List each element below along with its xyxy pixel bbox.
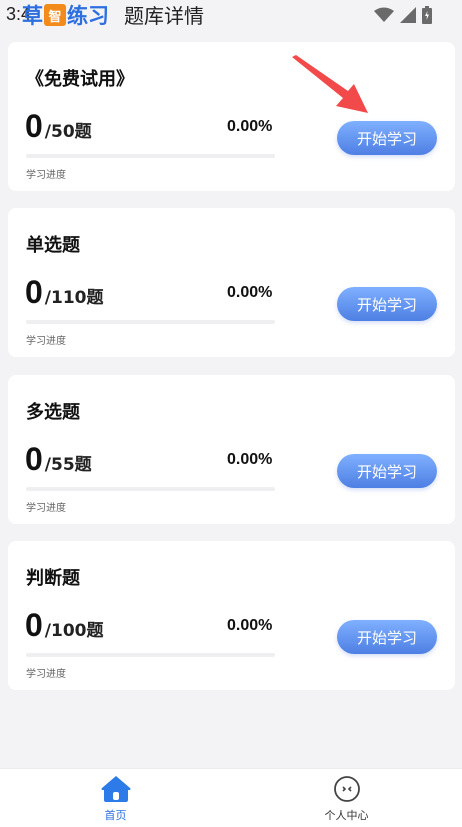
progress-percent: 0.00% xyxy=(227,118,273,135)
card-title: 《免费试用》 xyxy=(26,69,134,90)
card-title: 判断题 xyxy=(26,568,80,589)
count-done: 0 xyxy=(25,607,43,643)
progress-bar xyxy=(26,487,275,491)
progress-bar xyxy=(26,154,275,158)
face-icon xyxy=(333,775,360,802)
card-title: 单选题 xyxy=(26,235,80,256)
nav-personal-center-label: 个人中心 xyxy=(324,808,369,822)
page-title: 题库详情 xyxy=(124,4,204,28)
start-study-button[interactable]: 开始学习 xyxy=(337,454,437,488)
count-done: 0 xyxy=(25,108,43,144)
home-icon xyxy=(101,775,130,802)
progress-percent: 0.00% xyxy=(227,284,273,301)
progress-label: 学习进度 xyxy=(26,669,66,680)
progress-percent: 0.00% xyxy=(227,617,273,634)
battery-icon xyxy=(422,6,432,24)
logo-badge: 智 xyxy=(44,4,66,26)
status-bar: 3:4 草 智 练习 题库详情 xyxy=(0,0,462,30)
logo-text-pre: 草 xyxy=(22,4,43,28)
count-total: /50题 xyxy=(44,122,92,142)
count-done: 0 xyxy=(25,441,43,477)
progress-label: 学习进度 xyxy=(26,170,66,181)
count-total: /100题 xyxy=(44,621,104,641)
count-done: 0 xyxy=(25,274,43,310)
system-icons xyxy=(374,6,432,24)
question-count: 0 /55题 xyxy=(25,441,92,478)
progress-bar xyxy=(26,653,275,657)
question-count: 0 /50题 xyxy=(25,108,92,145)
progress-percent: 0.00% xyxy=(227,451,273,468)
question-count: 0 /100题 xyxy=(25,607,104,644)
count-total: /110题 xyxy=(44,288,104,308)
quiz-card-free-trial: 《免费试用》 0 /50题 0.00% 学习进度 开始学习 xyxy=(8,42,455,191)
nav-home[interactable]: 首页 xyxy=(0,769,231,827)
signal-icon xyxy=(400,7,416,23)
nav-home-label: 首页 xyxy=(104,808,127,822)
nav-personal-center[interactable]: 个人中心 xyxy=(231,769,462,827)
progress-label: 学习进度 xyxy=(26,503,66,514)
quiz-card-multi-choice: 多选题 0 /55题 0.00% 学习进度 开始学习 xyxy=(8,375,455,524)
red-arrow-icon xyxy=(292,55,368,113)
progress-bar xyxy=(26,320,275,324)
bottom-nav: 首页 个人中心 xyxy=(0,768,462,827)
quiz-card-true-false: 判断题 0 /100题 0.00% 学习进度 开始学习 xyxy=(8,541,455,690)
app-logo: 草 智 练习 xyxy=(22,2,109,28)
quiz-card-single-choice: 单选题 0 /110题 0.00% 学习进度 开始学习 xyxy=(8,208,455,357)
wifi-icon xyxy=(374,7,394,22)
card-title: 多选题 xyxy=(26,402,80,423)
start-study-button[interactable]: 开始学习 xyxy=(337,620,437,654)
start-study-button[interactable]: 开始学习 xyxy=(337,287,437,321)
progress-label: 学习进度 xyxy=(26,336,66,347)
logo-text-post: 练习 xyxy=(67,4,109,28)
question-count: 0 /110题 xyxy=(25,274,104,311)
count-total: /55题 xyxy=(44,455,92,475)
start-study-button[interactable]: 开始学习 xyxy=(337,121,437,155)
